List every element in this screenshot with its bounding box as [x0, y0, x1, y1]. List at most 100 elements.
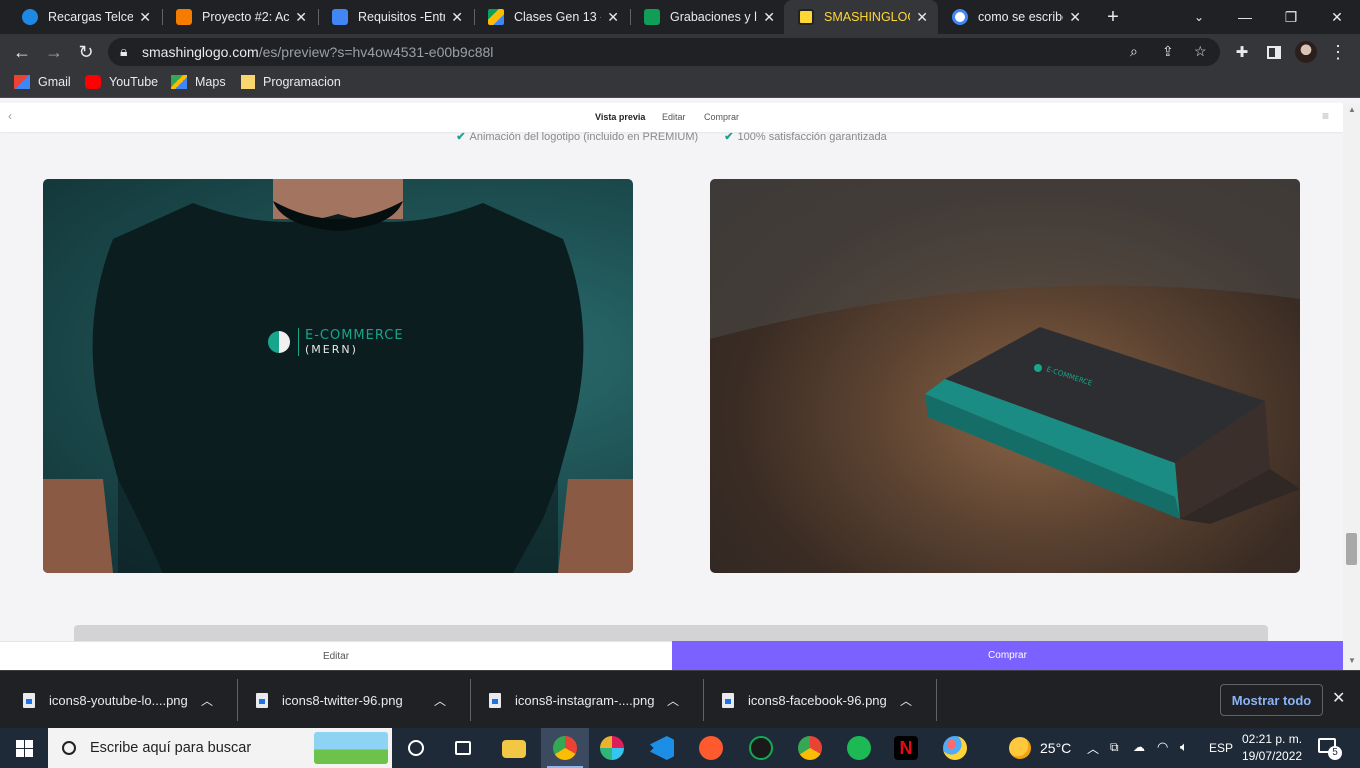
input-language[interactable]: ESP [1209, 741, 1233, 755]
bookmark-label: Programacion [263, 75, 341, 89]
tab-search-chevron-icon[interactable]: ⌄ [1176, 0, 1222, 34]
tab-requisitos[interactable]: Requisitos -Entre ✕ [318, 0, 473, 34]
chevron-up-icon[interactable]: ︿ [667, 692, 679, 709]
mongodb-compass-icon[interactable] [749, 736, 773, 760]
back-chevron-icon[interactable]: ‹ [8, 109, 12, 123]
file-explorer-icon[interactable] [502, 740, 526, 758]
scroll-down-arrow-icon[interactable]: ▼ [1348, 656, 1356, 665]
volume-icon[interactable]: 🔈︎ [1180, 739, 1188, 755]
tshirt-illustration [43, 179, 633, 573]
share-icon[interactable]: ⇪ [1162, 43, 1174, 60]
page-viewport: ✔ Animación del logotipo (incluido en PRE… [0, 103, 1343, 670]
close-tab-icon[interactable]: ✕ [295, 9, 307, 26]
close-downloads-shelf-icon[interactable]: ✕ [1332, 688, 1345, 708]
tab-como-se-escribe[interactable]: como se escribe ✕ [938, 0, 1091, 34]
nav-buy-link[interactable]: Comprar [704, 112, 739, 122]
tab-title: SMASHINGLOGO [824, 10, 910, 24]
youtube-icon [85, 75, 101, 89]
bookmark-maps[interactable]: Maps [171, 75, 226, 89]
download-item[interactable]: icons8-twitter-96.png ︿ [233, 679, 466, 721]
spotify-icon[interactable] [847, 736, 871, 760]
weather-icon[interactable] [1009, 737, 1031, 759]
profile-avatar[interactable] [1292, 38, 1320, 66]
tab-title: Clases Gen 13 - N [514, 10, 601, 24]
lock-icon[interactable]: 🔒︎ [120, 43, 127, 60]
tab-title: Recargas Telcel [48, 10, 134, 24]
buy-button[interactable]: Comprar [672, 641, 1343, 670]
check-icon: ✔ [456, 131, 466, 143]
scrollbar-thumb[interactable] [1346, 533, 1357, 565]
chevron-up-icon[interactable]: ︿ [201, 692, 213, 709]
search-highlight-illustration-icon [314, 732, 388, 764]
forward-button[interactable]: → [40, 38, 68, 66]
side-panel-icon[interactable] [1260, 38, 1288, 66]
tab-smashinglogo[interactable]: SMASHINGLOGO ✕ [784, 0, 938, 34]
png-file-icon [256, 692, 268, 708]
close-window-button[interactable]: ✕ [1314, 0, 1360, 34]
business-card-illustration: E-COMMERCE [710, 179, 1300, 524]
url-path: /es/preview?s=hv4ow4531-e00b9c88l [258, 44, 494, 60]
tab-title: Grabaciones y lin [670, 10, 758, 24]
weather-temperature[interactable]: 25°C [1040, 740, 1071, 756]
nav-preview-link[interactable]: Vista previa [595, 112, 645, 122]
tab-recargas-telcel[interactable]: Recargas Telcel ✕ [8, 0, 161, 34]
close-tab-icon[interactable]: ✕ [1069, 9, 1081, 26]
slack-icon[interactable] [600, 736, 624, 760]
close-tab-icon[interactable]: ✕ [451, 9, 463, 26]
tab-clases-gen-13[interactable]: Clases Gen 13 - N ✕ [474, 0, 629, 34]
drive-favicon-icon [488, 9, 504, 25]
chevron-up-icon[interactable]: ︿ [900, 692, 912, 709]
wifi-icon[interactable]: ◠ [1157, 739, 1168, 755]
chrome-icon[interactable] [553, 736, 577, 760]
postman-icon[interactable] [699, 736, 723, 760]
clock-time[interactable]: 02:21 p. m. [1242, 732, 1302, 746]
vscode-icon[interactable] [650, 736, 674, 760]
zoom-search-icon[interactable]: ⌕ [1130, 43, 1138, 60]
show-all-downloads-button[interactable]: Mostrar todo [1220, 684, 1323, 716]
task-view-icon[interactable] [455, 741, 471, 755]
png-file-icon [489, 692, 501, 708]
chrome-profile-icon[interactable] [798, 736, 822, 760]
show-hidden-icons-chevron-icon[interactable]: ︿ [1087, 740, 1099, 757]
restore-button[interactable]: ❐ [1268, 0, 1314, 34]
taskbar-search-box[interactable]: Escribe aquí para buscar [48, 728, 392, 768]
netflix-icon[interactable]: N [894, 736, 918, 760]
close-tab-icon[interactable]: ✕ [139, 9, 151, 26]
meet-now-icon[interactable]: ⧉ [1110, 740, 1119, 755]
download-filename: icons8-youtube-lo....png [49, 692, 188, 708]
paint-icon[interactable] [943, 736, 967, 760]
bookmark-youtube[interactable]: YouTube [85, 75, 158, 89]
hamburger-menu-icon[interactable]: ≡ [1322, 109, 1329, 123]
scroll-up-arrow-icon[interactable]: ▲ [1348, 105, 1356, 114]
download-item[interactable]: icons8-youtube-lo....png ︿ [0, 679, 233, 721]
docs-favicon-icon [332, 9, 348, 25]
onedrive-icon[interactable]: ☁ [1133, 740, 1145, 754]
download-item[interactable]: icons8-facebook-96.png ︿ [699, 679, 932, 721]
tab-proyecto-2[interactable]: Proyecto #2: Aca ✕ [162, 0, 317, 34]
cortana-icon[interactable] [408, 740, 424, 756]
tab-grabaciones[interactable]: Grabaciones y lin ✕ [630, 0, 785, 34]
reload-button[interactable]: ↻ [72, 38, 100, 66]
download-item[interactable]: icons8-instagram-....png ︿ [466, 679, 699, 721]
background-wall [710, 179, 1300, 339]
back-button[interactable]: ← [8, 38, 36, 66]
clock-date[interactable]: 19/07/2022 [1242, 749, 1302, 763]
new-tab-button[interactable]: + [1091, 0, 1135, 34]
bookmark-star-icon[interactable]: ☆ [1194, 43, 1207, 60]
extensions-icon[interactable]: ✚ [1228, 38, 1256, 66]
chevron-up-icon[interactable]: ︿ [434, 692, 446, 709]
edit-button[interactable]: Editar [0, 641, 672, 670]
start-button[interactable] [0, 728, 48, 768]
address-bar[interactable]: 🔒︎ smashinglogo.com/es/preview?s=hv4ow45… [108, 38, 1220, 66]
close-tab-icon[interactable]: ✕ [607, 9, 619, 26]
bookmark-gmail[interactable]: Gmail [14, 75, 71, 89]
bookmark-label: Gmail [38, 75, 71, 89]
page-scrollbar[interactable]: ▲ ▼ [1343, 103, 1360, 670]
nav-edit-link[interactable]: Editar [662, 112, 686, 122]
close-tab-icon[interactable]: ✕ [763, 9, 775, 26]
bookmark-label: Maps [195, 75, 226, 89]
minimize-button[interactable]: — [1222, 0, 1268, 34]
chrome-menu-icon[interactable]: ⋮ [1324, 38, 1352, 66]
bookmark-folder-programacion[interactable]: Programacion [241, 75, 341, 89]
close-tab-icon[interactable]: ✕ [916, 9, 928, 26]
